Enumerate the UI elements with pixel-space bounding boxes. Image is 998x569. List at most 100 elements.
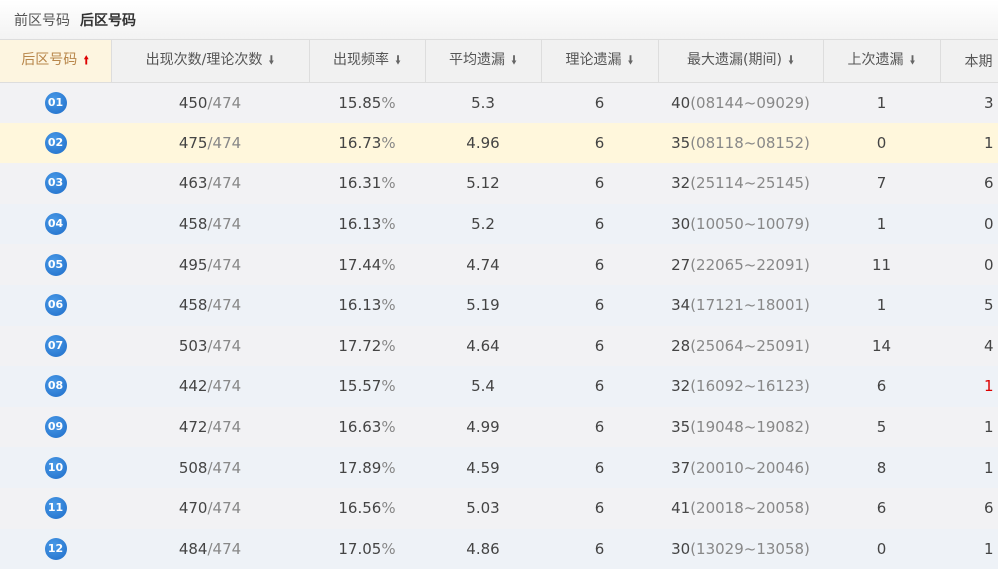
count-cell: 472/474 bbox=[111, 406, 309, 448]
count: 458 bbox=[178, 296, 208, 315]
percent-sign: % bbox=[381, 377, 396, 396]
tab-front-zone[interactable]: 前区号码 bbox=[14, 10, 70, 30]
header-number[interactable]: 后区号码 🠙 bbox=[0, 40, 112, 83]
percent-sign: % bbox=[381, 255, 396, 274]
number-ball: 06 bbox=[44, 294, 67, 317]
count-cell: 470/474 bbox=[111, 487, 309, 529]
header-avg-miss[interactable]: 平均遗漏 🠛 bbox=[425, 40, 542, 83]
table-row[interactable]: 01 450/474 15.85% 5.3 6 40(08144~09029) … bbox=[0, 82, 998, 123]
header-label: 上次遗漏 bbox=[847, 52, 904, 69]
frequency: 16.63 bbox=[338, 418, 382, 437]
percent-sign: % bbox=[381, 296, 396, 315]
current-miss-cell: 4 bbox=[940, 325, 998, 367]
count: 503 bbox=[178, 336, 208, 355]
current-miss-cell: 6 bbox=[940, 487, 998, 529]
frequency-cell: 16.63% bbox=[309, 406, 425, 448]
max-miss-range: (22065~22091) bbox=[690, 255, 810, 274]
max-miss: 30 bbox=[671, 215, 691, 234]
table-row[interactable]: 06 458/474 16.13% 5.19 6 34(17121~18001)… bbox=[0, 284, 998, 326]
sort-down-icon[interactable]: 🠛 bbox=[909, 53, 915, 67]
percent-sign: % bbox=[381, 418, 396, 437]
theory-count: /474 bbox=[207, 418, 242, 437]
table-row[interactable]: 10 508/474 17.89% 4.59 6 37(20010~20046)… bbox=[0, 447, 998, 488]
theory-count: /474 bbox=[207, 296, 242, 315]
frequency: 16.73 bbox=[338, 133, 382, 152]
current-miss-cell: 0 bbox=[940, 203, 998, 245]
current-miss-cell: 3 bbox=[940, 82, 998, 123]
frequency: 17.05 bbox=[338, 539, 382, 558]
theory-count: /474 bbox=[207, 458, 242, 477]
count-cell: 463/474 bbox=[111, 163, 309, 204]
header-label: 平均遗漏 bbox=[448, 52, 505, 69]
max-miss-cell: 35(08118~08152) bbox=[658, 122, 823, 164]
header-theory-miss[interactable]: 理论遗漏 🠛 bbox=[541, 40, 659, 83]
number-ball: 02 bbox=[44, 131, 67, 154]
frequency: 16.13 bbox=[338, 296, 382, 315]
max-miss-range: (17121~18001) bbox=[690, 296, 810, 315]
current-miss-cell: 6 bbox=[940, 163, 998, 204]
header-max-miss[interactable]: 最大遗漏(期间) 🠛 bbox=[658, 40, 824, 83]
table-row[interactable]: 07 503/474 17.72% 4.64 6 28(25064~25091)… bbox=[0, 325, 998, 367]
avg-miss-cell: 4.86 bbox=[425, 528, 541, 569]
frequency-cell: 17.72% bbox=[309, 325, 425, 367]
header-frequency[interactable]: 出现频率 🠛 bbox=[309, 40, 426, 83]
current-miss-cell: 1 bbox=[940, 447, 998, 488]
table-row[interactable]: 02 475/474 16.73% 4.96 6 35(08118~08152)… bbox=[0, 122, 998, 164]
table-row[interactable]: 03 463/474 16.31% 5.12 6 32(25114~25145)… bbox=[0, 163, 998, 204]
max-miss-cell: 37(20010~20046) bbox=[658, 447, 823, 488]
max-miss: 32 bbox=[671, 377, 691, 396]
header-count[interactable]: 出现次数/理论次数 🠛 bbox=[111, 40, 310, 83]
max-miss-cell: 27(22065~22091) bbox=[658, 244, 823, 285]
max-miss-range: (20018~20058) bbox=[690, 499, 810, 518]
table-row[interactable]: 08 442/474 15.57% 5.4 6 32(16092~16123) … bbox=[0, 366, 998, 407]
last-miss-cell: 8 bbox=[823, 447, 940, 488]
frequency: 16.56 bbox=[338, 499, 382, 518]
last-miss-cell: 1 bbox=[823, 284, 940, 326]
header-label: 本期 bbox=[964, 53, 993, 70]
table-row[interactable]: 09 472/474 16.63% 4.99 6 35(19048~19082)… bbox=[0, 406, 998, 448]
count: 472 bbox=[178, 418, 208, 437]
frequency-cell: 16.31% bbox=[309, 163, 425, 204]
last-miss-cell: 14 bbox=[823, 325, 940, 367]
sort-down-icon[interactable]: 🠛 bbox=[511, 53, 517, 67]
tab-back-zone[interactable]: 后区号码 bbox=[80, 10, 136, 30]
current-miss-cell: 1 bbox=[940, 366, 998, 407]
header-current-miss[interactable]: 本期 bbox=[940, 40, 998, 83]
current-miss-cell: 5 bbox=[940, 284, 998, 326]
table-row[interactable]: 05 495/474 17.44% 4.74 6 27(22065~22091)… bbox=[0, 244, 998, 285]
number-cell: 03 bbox=[0, 163, 111, 204]
max-miss-range: (20010~20046) bbox=[690, 458, 810, 477]
number-cell: 04 bbox=[0, 203, 111, 245]
number-cell: 06 bbox=[0, 284, 111, 326]
number-cell: 11 bbox=[0, 487, 111, 529]
current-miss-cell: 1 bbox=[940, 528, 998, 569]
sort-down-icon[interactable]: 🠛 bbox=[627, 53, 633, 67]
sort-down-icon[interactable]: 🠛 bbox=[395, 53, 401, 67]
max-miss-cell: 32(25114~25145) bbox=[658, 163, 823, 204]
max-miss: 35 bbox=[671, 418, 691, 437]
table-row[interactable]: 11 470/474 16.56% 5.03 6 41(20018~20058)… bbox=[0, 487, 998, 529]
sort-down-icon[interactable]: 🠛 bbox=[788, 53, 794, 67]
table-row[interactable]: 04 458/474 16.13% 5.2 6 30(10050~10079) … bbox=[0, 203, 998, 245]
max-miss: 30 bbox=[671, 539, 691, 558]
max-miss-range: (08118~08152) bbox=[690, 133, 810, 152]
frequency-cell: 17.89% bbox=[309, 447, 425, 488]
max-miss-cell: 30(10050~10079) bbox=[658, 203, 823, 245]
max-miss: 37 bbox=[671, 458, 691, 477]
last-miss-cell: 6 bbox=[823, 366, 940, 407]
theory-count: /474 bbox=[207, 336, 242, 355]
avg-miss-cell: 5.12 bbox=[425, 163, 541, 204]
max-miss-cell: 41(20018~20058) bbox=[658, 487, 823, 529]
sort-up-icon[interactable]: 🠙 bbox=[83, 53, 89, 67]
theory-miss-cell: 6 bbox=[541, 366, 658, 407]
max-miss-range: (08144~09029) bbox=[690, 93, 810, 112]
sort-down-icon[interactable]: 🠛 bbox=[268, 53, 274, 67]
number-ball: 11 bbox=[44, 497, 67, 520]
table-row[interactable]: 12 484/474 17.05% 4.86 6 30(13029~13058)… bbox=[0, 528, 998, 569]
max-miss: 35 bbox=[671, 133, 691, 152]
max-miss-range: (19048~19082) bbox=[690, 418, 810, 437]
last-miss-cell: 0 bbox=[823, 122, 940, 164]
theory-miss-cell: 6 bbox=[541, 528, 658, 569]
header-last-miss[interactable]: 上次遗漏 🠛 bbox=[823, 40, 941, 83]
avg-miss-cell: 5.2 bbox=[425, 203, 541, 245]
